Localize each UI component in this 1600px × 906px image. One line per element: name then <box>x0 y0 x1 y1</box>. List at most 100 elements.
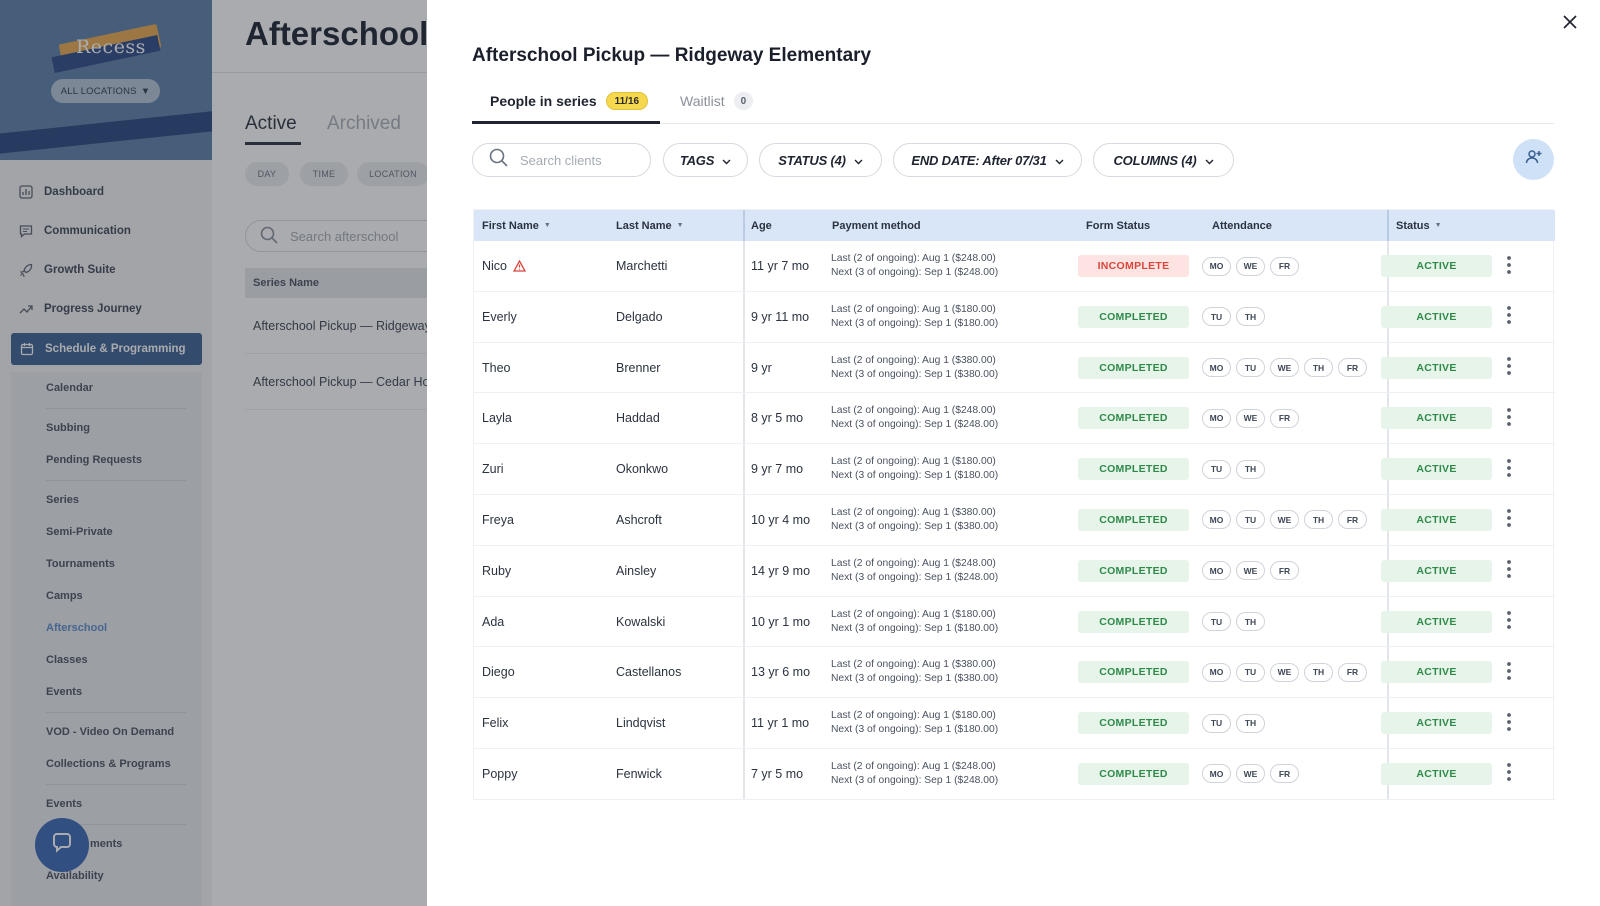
form-status-badge: COMPLETED <box>1078 305 1189 328</box>
row-menu-button[interactable] <box>1499 241 1519 291</box>
payment-last: Last (2 of ongoing): Aug 1 ($380.00) <box>831 354 996 366</box>
attendance-days: MO TU WE TH FR <box>1202 662 1367 682</box>
search-icon <box>489 148 508 172</box>
col-form-status: Form Status <box>1086 219 1151 232</box>
attendance-day-chip: TU <box>1202 307 1231 327</box>
table-row[interactable]: Everly Delgado 9 yr 11 mo Last (2 of ong… <box>474 292 1555 343</box>
last-name: Ashcroft <box>616 512 662 527</box>
table-row[interactable]: Layla Haddad 8 yr 5 mo Last (2 of ongoin… <box>474 393 1555 445</box>
payment-method: Last (2 of ongoing): Aug 1 ($380.00) Nex… <box>831 343 998 393</box>
column-label: Last Name <box>616 219 672 232</box>
modal-backdrop[interactable] <box>0 0 427 906</box>
form-status-cell: COMPLETED <box>1078 393 1189 443</box>
table-row[interactable]: Felix Lindqvist 11 yr 1 mo Last (2 of on… <box>474 698 1555 749</box>
client-search[interactable] <box>472 143 651 177</box>
table-row[interactable]: Theo Brenner 9 yr Last (2 of ongoing): A… <box>474 343 1555 394</box>
first-name: Everly <box>482 309 517 324</box>
attendance-days: MO WE FR <box>1202 764 1299 784</box>
row-menu-button[interactable] <box>1499 647 1519 697</box>
end-date-filter[interactable]: END DATE: After 07/31 <box>893 143 1082 177</box>
age: 11 yr 7 mo <box>751 259 810 273</box>
form-status-badge: COMPLETED <box>1078 762 1189 785</box>
table-row[interactable]: Zuri Okonkwo 9 yr 7 mo Last (2 of ongoin… <box>474 444 1555 495</box>
tags-filter[interactable]: TAGS <box>663 143 748 177</box>
payment-method: Last (2 of ongoing): Aug 1 ($248.00) Nex… <box>831 546 998 596</box>
first-name: Poppy <box>482 766 518 781</box>
table-row[interactable]: Ada Kowalski 10 yr 1 mo Last (2 of ongoi… <box>474 597 1555 648</box>
attendance-cell: TU TH <box>1202 444 1265 494</box>
attendance-day-chip: MO <box>1202 662 1231 682</box>
attendance-days: MO WE FR <box>1202 256 1299 276</box>
column-divider <box>1387 210 1389 241</box>
column-label: Status <box>1396 219 1430 232</box>
first-name-cell: Freya <box>482 495 514 545</box>
last-name: Castellanos <box>616 665 682 680</box>
payment-last: Last (2 of ongoing): Aug 1 ($248.00) <box>831 405 996 417</box>
close-button[interactable] <box>1558 12 1582 36</box>
row-menu-button[interactable] <box>1499 292 1519 342</box>
row-menu-button[interactable] <box>1499 393 1519 443</box>
attendance-day-chip: FR <box>1338 510 1367 530</box>
payment-next: Next (3 of ongoing): Sep 1 ($180.00) <box>831 470 999 482</box>
form-status-badge: COMPLETED <box>1078 508 1189 531</box>
attendance-days: MO TU WE TH FR <box>1202 358 1367 378</box>
first-name: Felix <box>482 716 509 731</box>
col-first-name[interactable]: First Name ▼ <box>482 210 551 241</box>
status-cell: ACTIVE <box>1381 495 1492 545</box>
form-status-cell: COMPLETED <box>1078 647 1189 697</box>
row-menu-button[interactable] <box>1499 597 1519 647</box>
payment-next: Next (3 of ongoing): Sep 1 ($180.00) <box>831 622 999 634</box>
status-cell: ACTIVE <box>1381 241 1492 291</box>
add-client-button[interactable] <box>1513 139 1554 180</box>
row-menu-button[interactable] <box>1499 444 1519 494</box>
search-input[interactable] <box>520 152 630 168</box>
age: 11 yr 1 mo <box>751 716 810 731</box>
status-filter[interactable]: STATUS (4) <box>759 143 882 177</box>
status-badge: ACTIVE <box>1381 356 1492 379</box>
table-row[interactable]: Freya Ashcroft 10 yr 4 mo Last (2 of ong… <box>474 495 1555 546</box>
status-cell: ACTIVE <box>1381 343 1492 393</box>
tab-people-in-series[interactable]: People in series 11/16 <box>490 92 649 110</box>
col-status[interactable]: Status ▼ <box>1396 210 1442 241</box>
payment-next: Next (3 of ongoing): Sep 1 ($380.00) <box>831 673 999 685</box>
table-body: Nico Marchetti 11 yr 7 mo Last (2 of ong… <box>474 241 1555 800</box>
age: 7 yr 5 mo <box>751 766 804 781</box>
status-cell: ACTIVE <box>1381 292 1492 342</box>
payment-last: Last (2 of ongoing): Aug 1 ($248.00) <box>831 557 996 569</box>
first-name-cell: Diego <box>482 647 515 697</box>
filter-label: STATUS (4) <box>778 152 846 168</box>
row-menu-button[interactable] <box>1499 495 1519 545</box>
table-row[interactable]: Ruby Ainsley 14 yr 9 mo Last (2 of ongoi… <box>474 546 1555 597</box>
more-vertical-icon <box>1507 509 1511 530</box>
columns-filter[interactable]: COLUMNS (4) <box>1093 143 1234 177</box>
last-name: Haddad <box>616 411 660 426</box>
table-row[interactable]: Nico Marchetti 11 yr 7 mo Last (2 of ong… <box>474 241 1555 292</box>
age: 9 yr <box>751 360 772 375</box>
status-badge: ACTIVE <box>1381 508 1492 531</box>
row-menu-button[interactable] <box>1499 546 1519 596</box>
tab-waitlist[interactable]: Waitlist 0 <box>680 92 754 110</box>
col-last-name[interactable]: Last Name ▼ <box>616 210 684 241</box>
attendance-day-chip: TH <box>1236 612 1265 632</box>
filter-label: COLUMNS (4) <box>1113 152 1197 168</box>
row-menu-button[interactable] <box>1499 698 1519 748</box>
table-row[interactable]: Poppy Fenwick 7 yr 5 mo Last (2 of ongoi… <box>474 749 1555 800</box>
column-divider <box>743 210 745 241</box>
row-menu-button[interactable] <box>1499 749 1519 799</box>
first-name-cell: Poppy <box>482 749 517 799</box>
attendance-day-chip: TU <box>1236 662 1265 682</box>
attendance-day-chip: TU <box>1236 358 1265 378</box>
table-row[interactable]: Diego Castellanos 13 yr 6 mo Last (2 of … <box>474 647 1555 699</box>
status-badge: ACTIVE <box>1381 610 1492 633</box>
age: 14 yr 9 mo <box>751 563 811 578</box>
chevron-down-icon <box>1055 153 1064 168</box>
form-status-cell: COMPLETED <box>1078 698 1189 748</box>
status-cell: ACTIVE <box>1381 597 1492 647</box>
row-menu-button[interactable] <box>1499 343 1519 393</box>
drawer-title: Afterschool Pickup — Ridgeway Elementary <box>472 45 872 66</box>
attendance-day-chip: TH <box>1304 662 1333 682</box>
payment-method: Last (2 of ongoing): Aug 1 ($380.00) Nex… <box>831 647 998 697</box>
more-vertical-icon <box>1507 357 1511 378</box>
attendance-cell: MO TU WE TH FR <box>1202 647 1367 697</box>
first-name: Diego <box>482 665 515 680</box>
